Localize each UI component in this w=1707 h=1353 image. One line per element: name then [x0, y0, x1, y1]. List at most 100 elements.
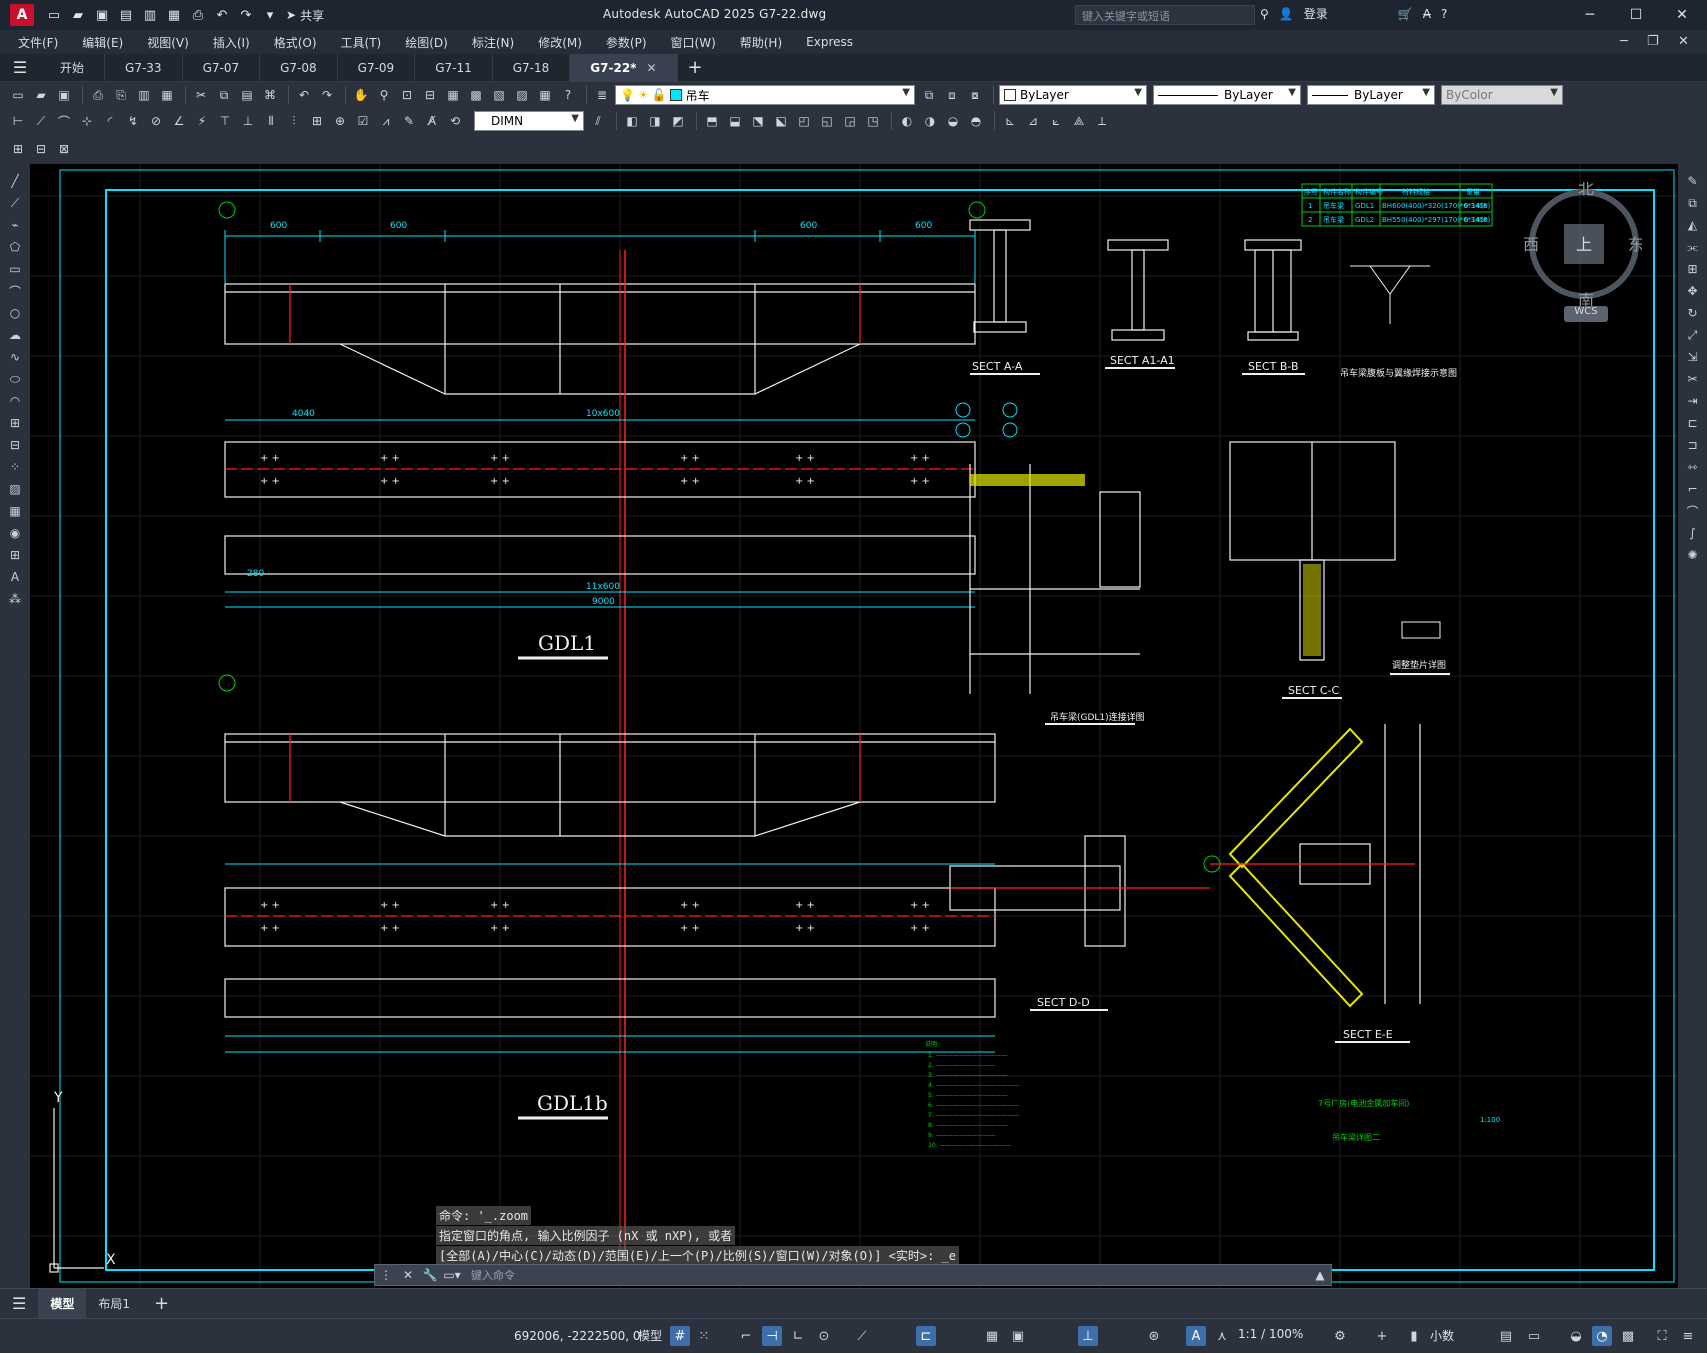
gradient-icon[interactable]: ▦ [4, 501, 26, 521]
units-icon[interactable]: ▮ [1404, 1326, 1424, 1346]
help-icon[interactable]: ? [558, 85, 578, 105]
loft-icon[interactable]: ⬕ [771, 111, 791, 131]
annotation-scale-dropdown[interactable]: 1:1 / 100% [1238, 1327, 1303, 1341]
clean-screen-icon[interactable]: ▩ [1618, 1326, 1638, 1346]
cart-icon[interactable]: 🛒 [1398, 7, 1413, 21]
properties-icon[interactable]: ▦ [443, 85, 463, 105]
tab-g7-11[interactable]: G7-11 [415, 53, 493, 82]
help-search-input[interactable]: 键入关键字或短语 [1075, 5, 1255, 25]
angular-dim-icon[interactable]: ∠ [169, 111, 189, 131]
tab-g7-08[interactable]: G7-08 [260, 53, 338, 82]
menu-item-1[interactable]: 编辑(E) [82, 34, 123, 51]
menu-item-11[interactable]: 帮助(H) [740, 34, 782, 51]
units-dropdown[interactable]: 小数 [1430, 1327, 1454, 1344]
intersect-icon[interactable]: ◲ [840, 111, 860, 131]
extend-icon[interactable]: ⇥ [1682, 391, 1704, 411]
plot-preview-icon[interactable]: ⎘ [111, 85, 131, 105]
join-icon[interactable]: ⇿ [1682, 457, 1704, 477]
selection-cycling-icon[interactable]: ▣ [1008, 1326, 1028, 1346]
hatch-icon[interactable]: ▨ [4, 479, 26, 499]
plot-icon[interactable]: ⎙ [188, 5, 208, 25]
menu-item-4[interactable]: 格式(O) [274, 34, 317, 51]
redo-icon[interactable]: ↷ [317, 85, 337, 105]
slice-icon[interactable]: ◳ [863, 111, 883, 131]
doc-restore-button[interactable]: ❐ [1647, 34, 1659, 49]
baseline-dim-icon[interactable]: ⊤ [215, 111, 235, 131]
sweep-icon[interactable]: ⬔ [748, 111, 768, 131]
polygon-icon[interactable]: ⬠ [4, 237, 26, 257]
new-tab-button[interactable]: + [688, 57, 703, 78]
dynamic-input-icon[interactable]: ⊣ [762, 1326, 782, 1346]
layer-dropdown[interactable]: 💡 ☀ 🔓 吊车 ▼ [615, 85, 915, 105]
new-file-icon[interactable]: ▭ [44, 5, 64, 25]
tab-model[interactable]: 模型 [38, 1288, 87, 1319]
dim-update-icon[interactable]: ⟲ [445, 111, 465, 131]
workspace-gear-icon[interactable]: ⚙ [1330, 1326, 1350, 1346]
inspection-icon[interactable]: ☑ [353, 111, 373, 131]
menu-item-6[interactable]: 绘图(D) [405, 34, 448, 51]
insert-block-icon[interactable]: ⊞ [4, 413, 26, 433]
autocad-logo-icon[interactable]: A [10, 4, 34, 26]
dim-style-icon[interactable]: ⫽ [588, 111, 608, 131]
login-link[interactable]: 登录 [1304, 5, 1328, 22]
export-icon[interactable]: ▦ [164, 5, 184, 25]
rotate-icon[interactable]: ↻ [1682, 303, 1704, 323]
chevron-up-icon[interactable]: ▲ [1309, 1268, 1331, 1282]
menu-item-10[interactable]: 窗口(W) [671, 34, 716, 51]
gizmo-icon[interactable]: ⊛ [1144, 1326, 1164, 1346]
stretch-icon[interactable]: ⇲ [1682, 347, 1704, 367]
revision-cloud-icon[interactable]: ☁ [4, 325, 26, 345]
help-icon[interactable]: ? [1441, 7, 1447, 21]
customize-icon[interactable]: 🔧 [419, 1268, 441, 1282]
color-dropdown[interactable]: ByLayer ▼ [999, 85, 1147, 105]
calculator-icon[interactable]: ▦ [535, 85, 555, 105]
menu-item-2[interactable]: 视图(V) [147, 34, 189, 51]
make-current-layer-icon[interactable]: ⧉ [919, 85, 939, 105]
isolate-objects-icon[interactable]: ◒ [1566, 1326, 1586, 1346]
lock-ui-icon[interactable]: ▭ [1524, 1326, 1544, 1346]
coordinate-readout[interactable]: 692006, -2222500, 0 [514, 1329, 640, 1343]
annotation-monitor-icon[interactable]: + [1372, 1326, 1392, 1346]
cylinder-icon[interactable]: ◩ [668, 111, 688, 131]
pan-icon[interactable]: ✋ [351, 85, 371, 105]
design-center-icon[interactable]: ▩ [466, 85, 486, 105]
save-icon[interactable]: ▣ [54, 85, 74, 105]
diameter-dim-icon[interactable]: ⊘ [146, 111, 166, 131]
quick-properties-icon[interactable]: ▤ [1496, 1326, 1516, 1346]
line-icon[interactable]: ╱ [4, 171, 26, 191]
center-mark-icon[interactable]: ⊕ [330, 111, 350, 131]
minimize-button[interactable]: ─ [1567, 0, 1613, 30]
insert-block-icon[interactable]: ⊞ [8, 139, 28, 159]
copy-icon[interactable]: ⧉ [214, 85, 234, 105]
dim-text-edit-icon[interactable]: A̸ [422, 111, 442, 131]
transparency-icon[interactable]: ▦ [982, 1326, 1002, 1346]
add-selected-icon[interactable]: ⁂ [4, 589, 26, 609]
jogged-dim-icon[interactable]: ↯ [123, 111, 143, 131]
table-icon[interactable]: ⊞ [4, 545, 26, 565]
compass-east[interactable]: 东 [1628, 235, 1644, 254]
copy-icon[interactable]: ⧉ [1682, 193, 1704, 213]
wedge-icon[interactable]: ◨ [645, 111, 665, 131]
undo-icon[interactable]: ↶ [294, 85, 314, 105]
menu-item-5[interactable]: 工具(T) [341, 34, 382, 51]
radius-dim-icon[interactable]: ◜ [100, 111, 120, 131]
customization-icon[interactable]: ≡ [1678, 1326, 1698, 1346]
new-icon[interactable]: ▭ [8, 85, 28, 105]
subtract-icon[interactable]: ◱ [817, 111, 837, 131]
rectangle-icon[interactable]: ▭ [4, 259, 26, 279]
revolve-icon[interactable]: ⬓ [725, 111, 745, 131]
tab-start[interactable]: 开始 [40, 53, 106, 82]
fullscreen-icon[interactable]: ⛶ [1652, 1326, 1672, 1346]
sheet-set-icon[interactable]: ▨ [512, 85, 532, 105]
ucs-object-icon[interactable]: ⟂ [1092, 111, 1112, 131]
lineweight-dropdown[interactable]: ByLayer ▼ [1307, 85, 1435, 105]
command-line-grip-icon[interactable]: ⋮ [375, 1268, 397, 1282]
cut-icon[interactable]: ✂ [191, 85, 211, 105]
mtext-icon[interactable]: A [4, 567, 26, 587]
open-icon[interactable]: ▰ [31, 85, 51, 105]
tab-g7-33[interactable]: G7-33 [105, 53, 183, 82]
array-icon[interactable]: ⊞ [1682, 259, 1704, 279]
realistic-icon[interactable]: ◒ [943, 111, 963, 131]
grid-icon[interactable]: # [670, 1326, 690, 1346]
write-block-icon[interactable]: ⊠ [54, 139, 74, 159]
